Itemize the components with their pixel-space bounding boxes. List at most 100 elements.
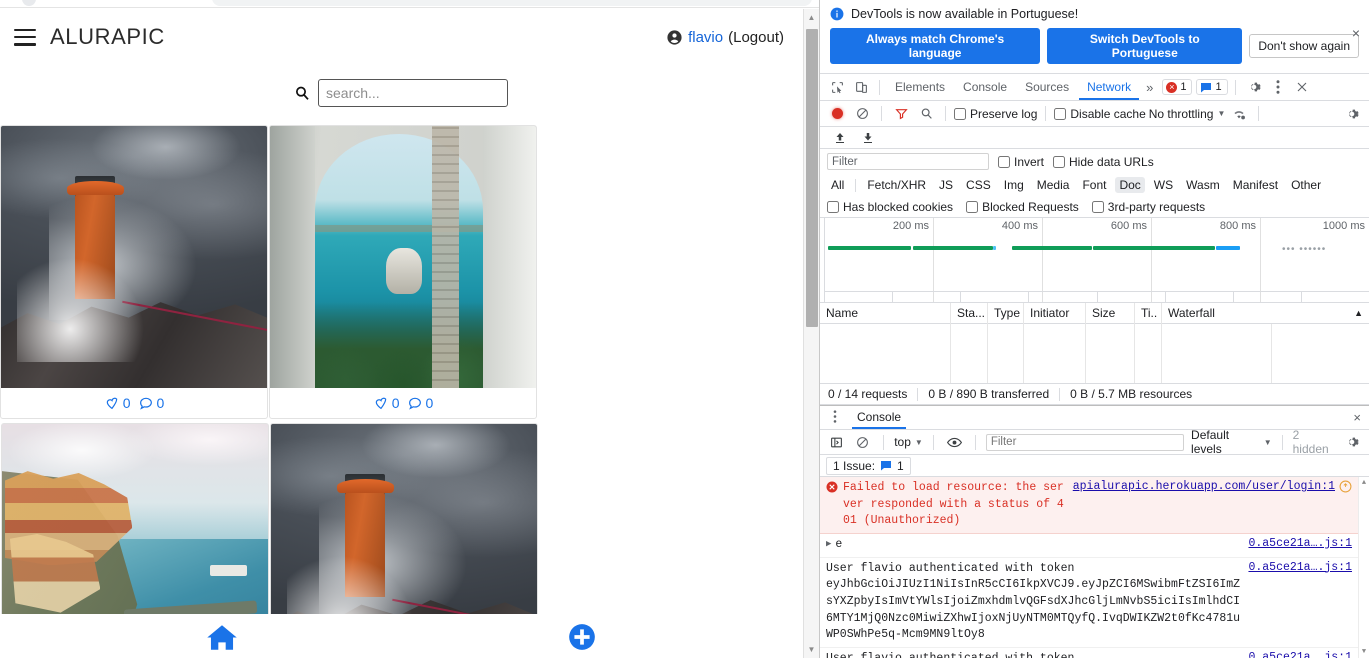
scroll-up-arrow[interactable]: ▲ [804,9,819,26]
network-overview-timeline[interactable]: 200 ms 400 ms 600 ms 800 ms 1000 ms ••• … [820,218,1369,303]
comment-group[interactable]: 0 [407,395,433,411]
console-settings-gear-icon[interactable] [1342,432,1363,452]
console-source-link[interactable]: 0.a5ce21a….js:1 [1248,561,1352,574]
tab-sources[interactable]: Sources [1017,74,1077,100]
column-header-status[interactable]: Sta... [951,302,988,324]
console-source-link[interactable]: 0.a5ce21a….js:1 [1248,651,1352,658]
close-icon[interactable]: × [1352,26,1360,40]
console-filter-input[interactable] [985,433,1185,451]
error-count-badge[interactable]: × 1 [1162,79,1193,95]
switch-to-portuguese-button[interactable]: Switch DevTools to Portuguese [1047,28,1243,64]
always-match-language-button[interactable]: Always match Chrome's language [830,28,1041,64]
browser-address-bar[interactable] [212,0,812,6]
has-blocked-cookies-checkbox[interactable]: Has blocked cookies [827,200,953,214]
disable-cache-checkbox[interactable]: Disable cache [1054,107,1146,121]
third-party-requests-checkbox[interactable]: 3rd-party requests [1091,200,1205,214]
type-filter-manifest[interactable]: Manifest [1229,177,1282,193]
disable-cache-input[interactable] [1054,107,1067,120]
invert-input[interactable] [998,155,1010,168]
column-header-type[interactable]: Type [988,302,1024,324]
throttling-select[interactable]: No throttling ▼ [1149,107,1226,121]
tab-network[interactable]: Network [1079,74,1140,100]
has-blocked-cookies-input[interactable] [827,200,839,213]
drawer-tab-console[interactable]: Console [852,406,907,429]
type-filter-media[interactable]: Media [1033,177,1074,193]
type-filter-js[interactable]: JS [935,177,957,193]
comment-icon[interactable] [138,395,154,411]
console-object-row[interactable]: ▶ e 0.a5ce21a….js:1 [820,534,1358,558]
type-filter-fetch-xhr[interactable]: Fetch/XHR [863,177,930,193]
device-toolbar-icon[interactable] [850,77,872,97]
drawer-close-icon[interactable]: × [1353,410,1361,425]
blocked-requests-input[interactable] [966,200,979,213]
console-error-row[interactable]: Failed to load resource: the server resp… [820,477,1358,535]
tab-elements[interactable]: Elements [887,74,953,100]
console-source-link[interactable]: apialurapic.herokuapp.com/user/login:1 [1073,480,1335,493]
third-party-requests-input[interactable] [1091,200,1104,213]
type-filter-ws[interactable]: WS [1150,177,1177,193]
add-photo-button[interactable] [568,623,596,651]
type-filter-font[interactable]: Font [1078,177,1110,193]
home-button[interactable] [207,624,237,651]
issues-badge[interactable]: 1 Issue: 1 [826,456,911,475]
column-header-size[interactable]: Size [1086,302,1135,324]
blocked-requests-checkbox[interactable]: Blocked Requests [966,200,1079,214]
hamburger-icon[interactable] [14,28,36,46]
photo-card[interactable]: 0 0 [269,125,537,419]
console-levels-select[interactable]: Default levels ▼ [1191,428,1272,456]
requests-table-body[interactable] [820,324,1369,384]
heart-icon[interactable] [104,395,120,411]
network-conditions-icon[interactable] [1228,104,1250,124]
console-log-row[interactable]: User flavio authenticated with token eyJ… [820,558,1358,649]
issue-warning-icon[interactable] [1339,480,1352,493]
hide-data-urls-input[interactable] [1053,155,1066,168]
console-scroll-down-arrow[interactable]: ▼ [1359,646,1369,658]
overview-body[interactable]: 200 ms 400 ms 600 ms 800 ms 1000 ms ••• … [825,218,1369,302]
photo-card[interactable]: 0 0 [0,125,268,419]
close-devtools-icon[interactable] [1291,77,1313,97]
comment-group[interactable]: 0 [138,395,164,411]
console-sidebar-icon[interactable] [826,432,847,452]
photo-thumbnail[interactable] [270,126,536,388]
dont-show-again-button[interactable]: Don't show again [1249,34,1359,58]
export-har-icon[interactable] [857,128,879,148]
record-button[interactable] [826,104,848,124]
scroll-thumb[interactable] [806,29,818,327]
column-header-time[interactable]: Ti.. [1135,302,1162,324]
comment-icon[interactable] [407,395,423,411]
more-tabs-icon[interactable]: » [1141,80,1158,95]
type-filter-all[interactable]: All [827,177,848,193]
heart-icon[interactable] [373,395,389,411]
search-icon[interactable] [915,104,937,124]
message-count-badge[interactable]: 1 [1196,79,1228,95]
type-filter-doc[interactable]: Doc [1115,177,1145,193]
inspect-element-icon[interactable] [826,77,848,97]
console-log-list[interactable]: ▲ ▼ Failed to load resource: the server … [820,477,1369,658]
type-filter-wasm[interactable]: Wasm [1182,177,1224,193]
column-header-initiator[interactable]: Initiator [1024,302,1086,324]
scroll-down-arrow[interactable]: ▼ [804,641,819,658]
preserve-log-checkbox[interactable]: Preserve log [954,107,1037,121]
column-header-waterfall[interactable]: Waterfall ▲ [1162,303,1369,324]
filter-icon[interactable] [890,104,912,124]
drawer-more-options-icon[interactable] [826,409,844,426]
console-scroll-up-arrow[interactable]: ▲ [1359,477,1369,489]
type-filter-other[interactable]: Other [1287,177,1325,193]
network-settings-gear-icon[interactable] [1341,104,1363,124]
like-group[interactable]: 0 [373,395,400,411]
expand-arrow-icon[interactable]: ▶ [826,539,831,549]
network-filter-input[interactable] [827,153,989,170]
invert-checkbox[interactable]: Invert [998,155,1044,169]
console-log-row[interactable]: User flavio authenticated with token eyJ… [820,648,1358,658]
console-clear-icon[interactable] [852,432,873,452]
type-filter-img[interactable]: Img [1000,177,1028,193]
console-source-link[interactable]: 0.a5ce21a….js:1 [1248,537,1352,550]
page-scrollbar[interactable]: ▲ ▼ [803,9,819,658]
preserve-log-input[interactable] [954,107,966,120]
type-filter-css[interactable]: CSS [962,177,995,193]
clear-button[interactable] [851,104,873,124]
tab-console[interactable]: Console [955,74,1015,100]
import-har-icon[interactable] [829,128,851,148]
like-group[interactable]: 0 [104,395,131,411]
console-scrollbar[interactable]: ▲ ▼ [1358,477,1369,658]
